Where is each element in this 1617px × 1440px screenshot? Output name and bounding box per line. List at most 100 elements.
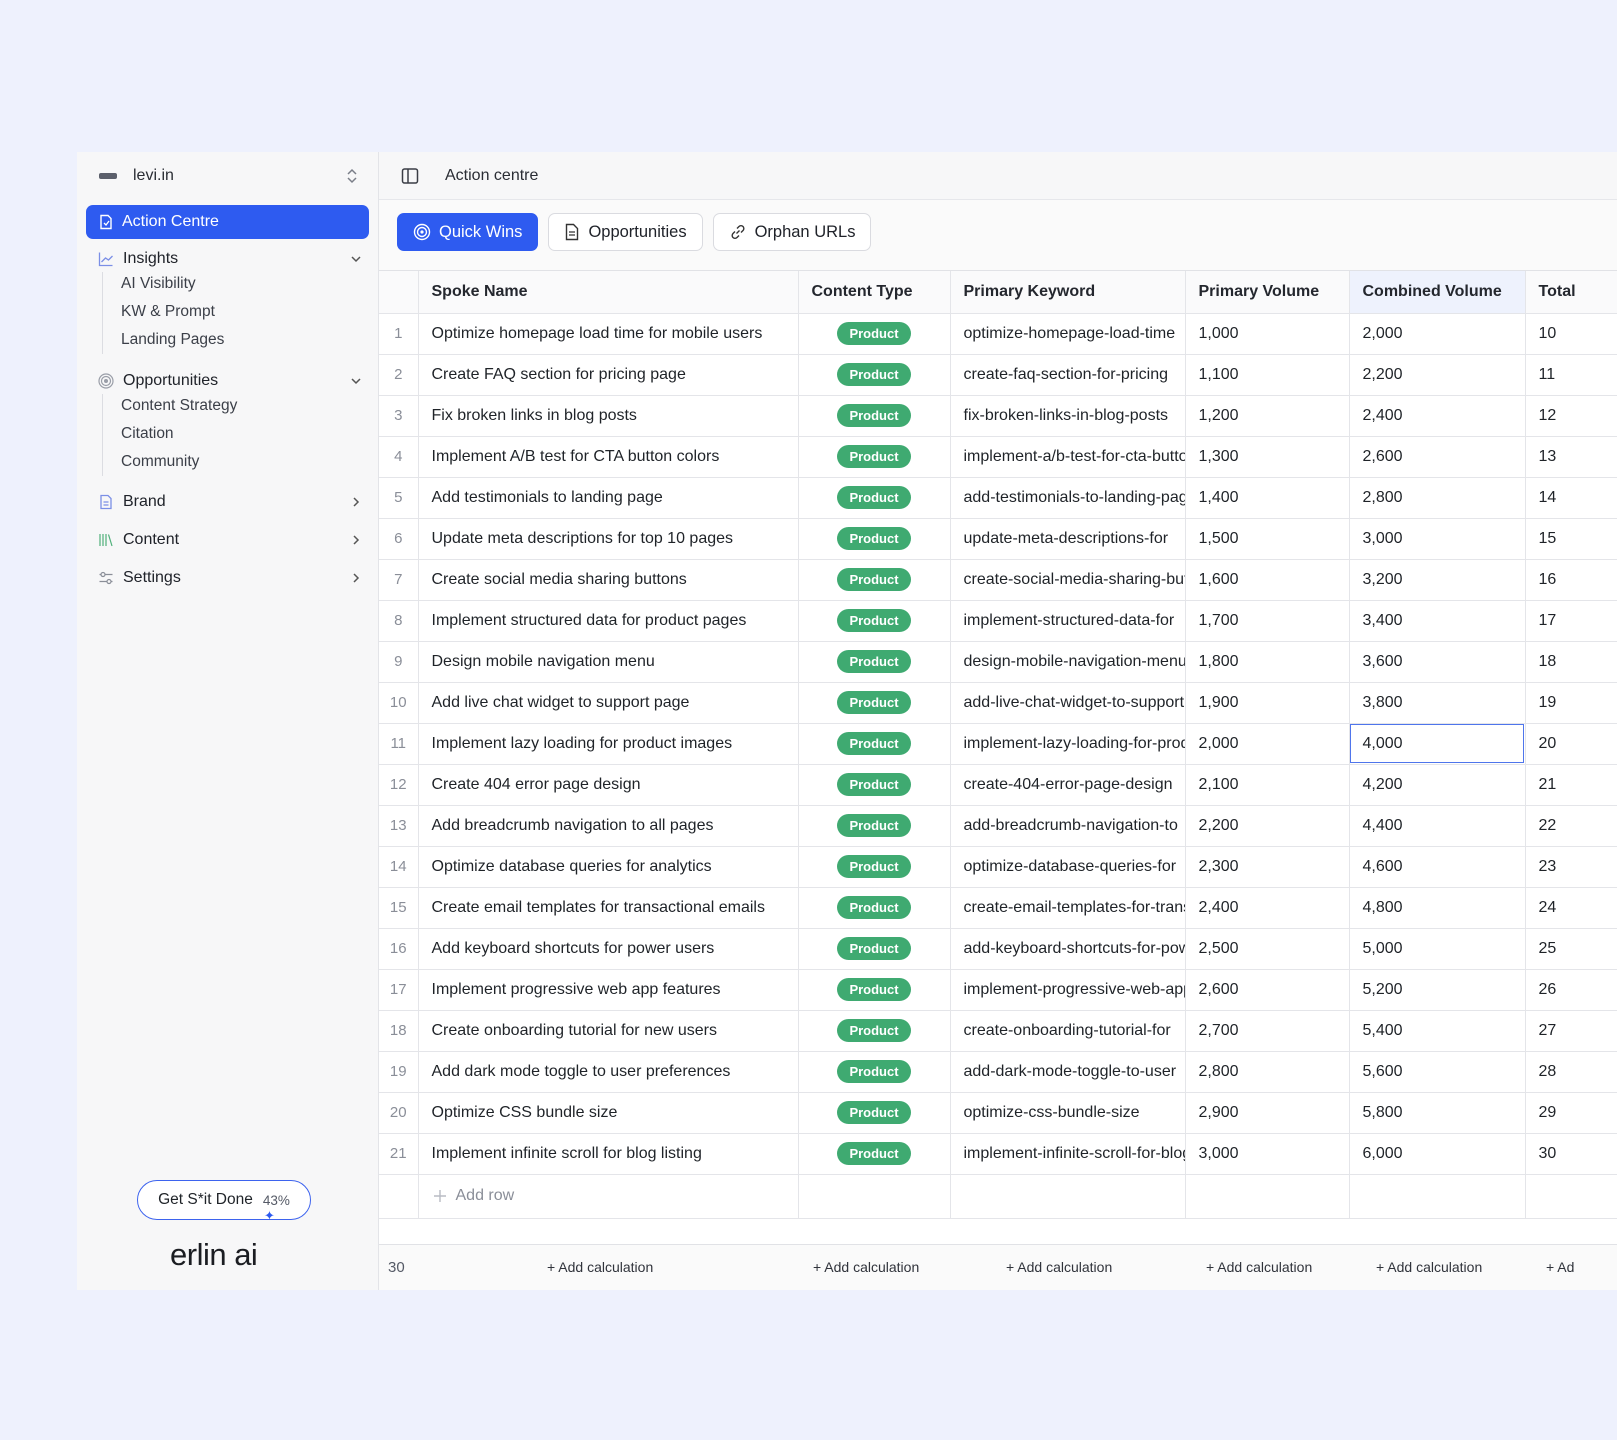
cell-primary-keyword[interactable]: add-live-chat-widget-to-support	[950, 682, 1186, 724]
table-row[interactable]: 8 Implement structured data for product p…	[379, 600, 1617, 642]
cell-total[interactable]: 28	[1525, 1051, 1617, 1093]
cell-spoke-name[interactable]: Implement A/B test for CTA button colors	[418, 436, 799, 478]
cell-primary-keyword[interactable]: implement-lazy-loading-for-product	[950, 723, 1186, 765]
cell-combined-volume[interactable]: 4,600	[1349, 846, 1526, 888]
add-calculation-combined-volume[interactable]: + Add calculation	[1376, 1259, 1482, 1275]
cell-primary-volume[interactable]: 1,800	[1185, 641, 1350, 683]
sidebar-item-action-centre[interactable]: Action Centre	[86, 205, 369, 239]
cell-primary-keyword[interactable]: create-email-templates-for-transactional	[950, 887, 1186, 929]
cell-content-type[interactable]: Product	[798, 969, 951, 1011]
cell-content-type[interactable]: Product	[798, 1133, 951, 1175]
cell-primary-keyword[interactable]: add-dark-mode-toggle-to-user	[950, 1051, 1186, 1093]
cell-combined-volume[interactable]: 4,000	[1349, 723, 1526, 765]
cell-content-type[interactable]: Product	[798, 477, 951, 519]
get-stuff-done-button[interactable]: Get S*it Done 43%	[137, 1180, 311, 1220]
table-row[interactable]: 21 Implement infinite scroll for blog lis…	[379, 1133, 1617, 1175]
cell-spoke-name[interactable]: Optimize homepage load time for mobile u…	[418, 313, 799, 355]
cell-primary-keyword[interactable]: optimize-homepage-load-time	[950, 313, 1186, 355]
cell-primary-keyword[interactable]: implement-progressive-web-app	[950, 969, 1186, 1011]
cell-total[interactable]: 12	[1525, 395, 1617, 437]
cell-primary-volume[interactable]: 1,000	[1185, 313, 1350, 355]
cell-primary-volume[interactable]: 2,900	[1185, 1092, 1350, 1134]
cell-primary-volume[interactable]: 2,700	[1185, 1010, 1350, 1052]
workspace-switcher[interactable]: levi.in	[99, 162, 359, 190]
cell-spoke-name[interactable]: Create 404 error page design	[418, 764, 799, 806]
cell-total[interactable]: 19	[1525, 682, 1617, 724]
cell-content-type[interactable]: Product	[798, 436, 951, 478]
cell-primary-keyword[interactable]: add-breadcrumb-navigation-to	[950, 805, 1186, 847]
cell-combined-volume[interactable]: 2,800	[1349, 477, 1526, 519]
cell-primary-keyword[interactable]: create-faq-section-for-pricing	[950, 354, 1186, 396]
cell-content-type[interactable]: Product	[798, 1051, 951, 1093]
cell-spoke-name[interactable]: Fix broken links in blog posts	[418, 395, 799, 437]
table-row[interactable]: 1 Optimize homepage load time for mobile …	[379, 313, 1617, 355]
tab-orphan-urls[interactable]: Orphan URLs	[712, 213, 872, 251]
add-row[interactable]: Add row	[379, 1174, 1617, 1219]
cell-combined-volume[interactable]: 2,000	[1349, 313, 1526, 355]
table-row[interactable]: 19 Add dark mode toggle to user preferenc…	[379, 1051, 1617, 1093]
add-calculation-spoke-name[interactable]: + Add calculation	[547, 1259, 653, 1275]
cell-primary-volume[interactable]: 2,400	[1185, 887, 1350, 929]
cell-spoke-name[interactable]: Implement lazy loading for product image…	[418, 723, 799, 765]
cell-total[interactable]: 22	[1525, 805, 1617, 847]
cell-primary-volume[interactable]: 3,000	[1185, 1133, 1350, 1175]
cell-primary-keyword[interactable]: implement-infinite-scroll-for-blog	[950, 1133, 1186, 1175]
cell-total[interactable]: 14	[1525, 477, 1617, 519]
cell-content-type[interactable]: Product	[798, 1010, 951, 1052]
table-row[interactable]: 17 Implement progressive web app features…	[379, 969, 1617, 1011]
cell-combined-volume[interactable]: 6,000	[1349, 1133, 1526, 1175]
column-header-primary-keyword[interactable]: Primary Keyword	[950, 271, 1186, 314]
table-row[interactable]: 11 Implement lazy loading for product ima…	[379, 723, 1617, 765]
cell-total[interactable]: 20	[1525, 723, 1617, 765]
cell-primary-keyword[interactable]: optimize-css-bundle-size	[950, 1092, 1186, 1134]
cell-primary-volume[interactable]: 2,500	[1185, 928, 1350, 970]
cell-primary-volume[interactable]: 2,000	[1185, 723, 1350, 765]
sidebar-section-opportunities[interactable]: Opportunities	[97, 368, 363, 394]
cell-total[interactable]: 11	[1525, 354, 1617, 396]
cell-primary-volume[interactable]: 2,600	[1185, 969, 1350, 1011]
cell-primary-volume[interactable]: 2,200	[1185, 805, 1350, 847]
cell-spoke-name[interactable]: Update meta descriptions for top 10 page…	[418, 518, 799, 560]
cell-content-type[interactable]: Product	[798, 518, 951, 560]
cell-combined-volume[interactable]: 4,400	[1349, 805, 1526, 847]
sidebar-section-content[interactable]: Content	[97, 527, 363, 553]
cell-content-type[interactable]: Product	[798, 354, 951, 396]
cell-content-type[interactable]: Product	[798, 395, 951, 437]
cell-combined-volume[interactable]: 2,200	[1349, 354, 1526, 396]
cell-spoke-name[interactable]: Create FAQ section for pricing page	[418, 354, 799, 396]
cell-spoke-name[interactable]: Implement progressive web app features	[418, 969, 799, 1011]
cell-total[interactable]: 26	[1525, 969, 1617, 1011]
cell-primary-volume[interactable]: 2,100	[1185, 764, 1350, 806]
cell-total[interactable]: 29	[1525, 1092, 1617, 1134]
cell-primary-volume[interactable]: 1,600	[1185, 559, 1350, 601]
table-row[interactable]: 3 Fix broken links in blog posts Product fi…	[379, 395, 1617, 437]
cell-primary-volume[interactable]: 2,300	[1185, 846, 1350, 888]
table-row[interactable]: 16 Add keyboard shortcuts for power users…	[379, 928, 1617, 970]
sidebar-section-settings[interactable]: Settings	[97, 565, 363, 591]
table-row[interactable]: 14 Optimize database queries for analytic…	[379, 846, 1617, 888]
cell-spoke-name[interactable]: Optimize database queries for analytics	[418, 846, 799, 888]
column-header-primary-volume[interactable]: Primary Volume	[1185, 271, 1350, 314]
cell-combined-volume[interactable]: 5,800	[1349, 1092, 1526, 1134]
cell-combined-volume[interactable]: 4,800	[1349, 887, 1526, 929]
sidebar-item-landing-pages[interactable]: Landing Pages	[121, 331, 224, 349]
cell-spoke-name[interactable]: Create social media sharing buttons	[418, 559, 799, 601]
cell-content-type[interactable]: Product	[798, 641, 951, 683]
cell-spoke-name[interactable]: Optimize CSS bundle size	[418, 1092, 799, 1134]
cell-spoke-name[interactable]: Add testimonials to landing page	[418, 477, 799, 519]
cell-combined-volume[interactable]: 4,200	[1349, 764, 1526, 806]
cell-total[interactable]: 24	[1525, 887, 1617, 929]
cell-content-type[interactable]: Product	[798, 805, 951, 847]
cell-primary-keyword[interactable]: add-testimonials-to-landing-page	[950, 477, 1186, 519]
cell-combined-volume[interactable]: 5,400	[1349, 1010, 1526, 1052]
cell-content-type[interactable]: Product	[798, 723, 951, 765]
column-header-content-type[interactable]: Content Type	[798, 271, 951, 314]
cell-total[interactable]: 18	[1525, 641, 1617, 683]
column-header-combined-volume[interactable]: Combined Volume	[1349, 271, 1526, 314]
cell-primary-volume[interactable]: 1,500	[1185, 518, 1350, 560]
cell-combined-volume[interactable]: 3,200	[1349, 559, 1526, 601]
cell-content-type[interactable]: Product	[798, 846, 951, 888]
cell-content-type[interactable]: Product	[798, 887, 951, 929]
sidebar-section-insights[interactable]: Insights	[97, 246, 363, 272]
cell-total[interactable]: 17	[1525, 600, 1617, 642]
